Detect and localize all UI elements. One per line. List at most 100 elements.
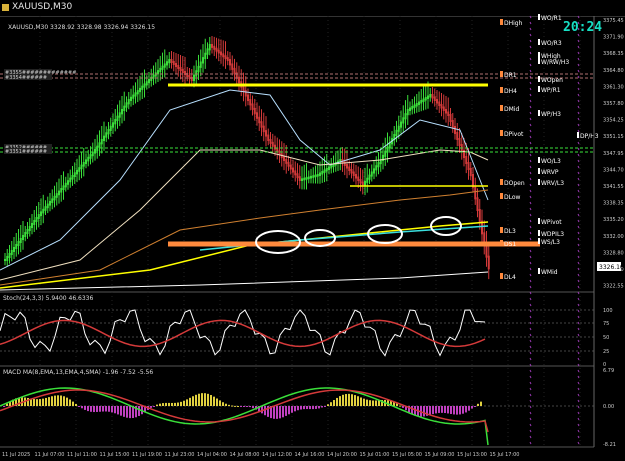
candle — [202, 44, 204, 73]
candle — [337, 150, 339, 171]
candle — [114, 109, 117, 132]
candle — [483, 220, 486, 255]
candle — [330, 158, 333, 174]
candle — [418, 91, 420, 112]
candle — [208, 37, 211, 56]
candle — [94, 139, 96, 161]
weekly-level-label: W/RW/H3 — [541, 59, 569, 66]
candle — [440, 93, 443, 117]
candle — [226, 51, 229, 66]
weekly-level-label: WMid — [541, 269, 558, 276]
candle — [211, 36, 213, 54]
candle — [233, 58, 236, 81]
candle — [96, 134, 99, 159]
candle — [62, 171, 65, 200]
candle — [91, 142, 94, 163]
candle — [130, 88, 132, 107]
price-tick: 3351.15 — [603, 134, 624, 140]
candle — [253, 98, 256, 121]
candle — [341, 147, 344, 172]
level-label: DMid — [504, 106, 519, 113]
candle — [31, 214, 33, 235]
candle — [78, 155, 81, 181]
level-label: DL4 — [504, 274, 516, 281]
candle — [118, 100, 121, 127]
candle — [64, 176, 67, 192]
candle — [121, 96, 123, 124]
candle — [197, 54, 200, 80]
level-label: DL3 — [504, 228, 516, 235]
candle — [69, 169, 72, 188]
candle — [37, 202, 40, 228]
candle — [123, 91, 126, 121]
candle — [456, 123, 459, 147]
time-tick: 11 Jul 19:00 — [132, 452, 162, 458]
candle — [411, 99, 414, 115]
candle — [67, 173, 69, 190]
weekly-level-label: WO/L3 — [541, 158, 561, 165]
candle — [213, 36, 216, 57]
candle — [206, 42, 209, 59]
candle — [388, 136, 391, 153]
candle — [13, 237, 15, 259]
candle — [278, 139, 281, 163]
candle — [280, 141, 283, 167]
time-tick: 15 Jul 09:00 — [425, 452, 455, 458]
weekly-level-label: WP/H3 — [541, 111, 561, 118]
candle — [188, 68, 191, 84]
candle — [244, 76, 247, 107]
candle — [71, 166, 74, 186]
candle — [287, 155, 290, 171]
candle — [175, 53, 177, 74]
price-tick: 3347.95 — [603, 151, 624, 157]
time-tick: 14 Jul 08:00 — [230, 452, 260, 458]
candle — [42, 194, 45, 224]
candle — [127, 92, 130, 110]
candle — [116, 104, 119, 129]
time-tick: 11 Jul 15:00 — [100, 452, 130, 458]
candle — [310, 168, 312, 184]
candle — [145, 75, 148, 90]
candle — [296, 163, 299, 186]
candle — [415, 94, 418, 113]
candle — [53, 185, 56, 208]
candle — [58, 178, 60, 204]
candle — [433, 88, 436, 107]
candle — [265, 116, 267, 147]
candle — [386, 132, 389, 163]
candle — [251, 95, 254, 116]
candle — [445, 96, 447, 123]
candle — [359, 168, 362, 192]
candle — [134, 82, 137, 104]
candle — [422, 86, 425, 111]
level-label: DR1 — [504, 72, 517, 79]
candle — [442, 94, 445, 120]
price-tick: 3328.80 — [603, 250, 624, 256]
price-chart[interactable]: #3355##############3354#######3352######… — [0, 0, 625, 461]
left-price-label: #3354###### — [5, 75, 47, 81]
candle — [141, 72, 144, 99]
candle — [172, 52, 175, 72]
server-clock: 20:24 — [563, 20, 603, 35]
candle — [258, 105, 261, 131]
candle — [139, 75, 141, 101]
time-tick: 14 Jul 20:00 — [327, 452, 357, 458]
weekly-level-label: WPivot — [541, 219, 562, 226]
candle — [148, 72, 150, 89]
time-tick: 14 Jul 12:00 — [262, 452, 292, 458]
candle — [375, 156, 378, 177]
candle — [195, 60, 198, 84]
candle — [350, 162, 353, 179]
price-tick: 3341.55 — [603, 184, 624, 190]
osc-tick: 50 — [603, 335, 609, 341]
candle — [85, 153, 87, 169]
candle — [152, 65, 155, 86]
weekly-level-label: WS/L3 — [541, 239, 560, 246]
weekly-level-label: WDPIL3 — [541, 231, 564, 238]
macd-tick: 0.00 — [603, 404, 614, 410]
candle — [15, 233, 18, 257]
level-label: DLow — [504, 194, 521, 201]
time-tick: 15 Jul 05:00 — [392, 452, 422, 458]
price-tick: 3354.25 — [603, 118, 624, 124]
time-tick: 11 Jul 07:00 — [35, 452, 65, 458]
